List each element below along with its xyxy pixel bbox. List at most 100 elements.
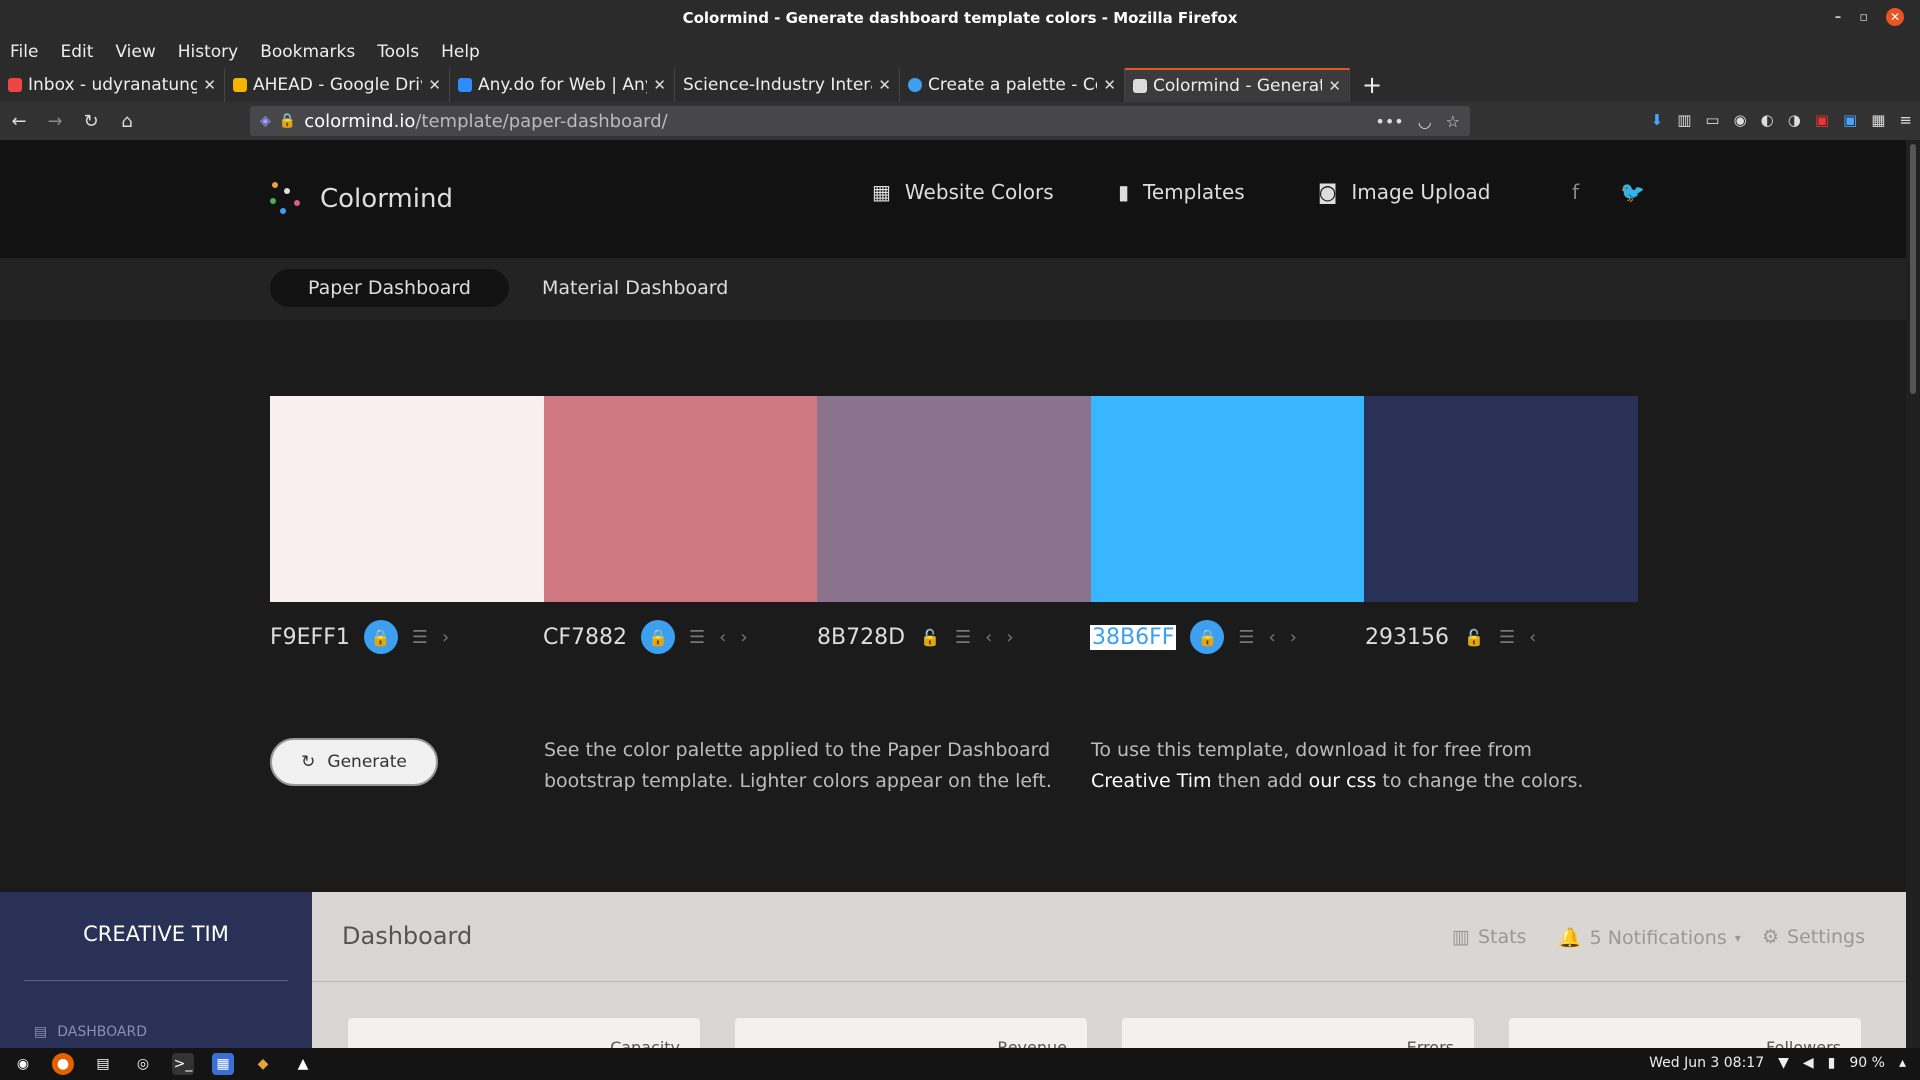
chromium-icon[interactable]: ◎	[132, 1053, 154, 1075]
adjust-icon[interactable]: ☰	[412, 627, 428, 648]
facebook-icon[interactable]: f	[1572, 180, 1579, 204]
lock-icon[interactable]: 🔒	[1190, 620, 1225, 654]
download-icon[interactable]: ⬇	[1651, 111, 1664, 129]
new-tab-button[interactable]: +	[1350, 68, 1394, 102]
tab-colormind[interactable]: Colormind - Generate ✕	[1125, 68, 1350, 102]
chevron-right-icon[interactable]: ›	[442, 627, 449, 648]
page-scrollbar[interactable]	[1906, 140, 1920, 1048]
nav-image-upload[interactable]: ◙ Image Upload	[1318, 180, 1490, 204]
star-icon[interactable]: ☆	[1446, 112, 1460, 131]
extension-icon[interactable]: ◑	[1788, 111, 1801, 129]
back-icon[interactable]: ←	[8, 111, 30, 132]
unlock-icon[interactable]: 🔓	[1463, 620, 1485, 654]
extension-icon[interactable]: ▣	[1843, 111, 1857, 129]
tab-close-icon[interactable]: ✕	[1328, 77, 1341, 95]
adjust-icon[interactable]: ☰	[1238, 627, 1254, 648]
battery-icon[interactable]: ▮	[1828, 1055, 1836, 1071]
unlock-icon[interactable]: 🔓	[919, 620, 941, 654]
tab-ahead[interactable]: AHEAD - Google Drive ✕	[225, 68, 450, 102]
firefox-icon[interactable]: ●	[52, 1053, 74, 1075]
preview-sidebar-item[interactable]: ▤ DASHBOARD	[34, 1024, 147, 1040]
extension-icon[interactable]: ◐	[1761, 111, 1774, 129]
files-icon[interactable]: ▤	[92, 1053, 114, 1075]
chevron-left-icon[interactable]: ‹	[1269, 627, 1276, 648]
hex-value[interactable]: 8B728D	[817, 625, 905, 650]
lock-icon[interactable]: 🔒	[641, 620, 676, 654]
our-css-link[interactable]: our css	[1309, 770, 1377, 792]
preview-stats[interactable]: ▥ Stats	[1452, 926, 1526, 948]
extensions-icon[interactable]: ▦	[1871, 111, 1885, 129]
chevron-right-icon[interactable]: ›	[1290, 627, 1297, 648]
wifi-icon[interactable]: ▼	[1778, 1055, 1789, 1071]
library-icon[interactable]: ▥	[1677, 111, 1691, 129]
reload-icon[interactable]: ↻	[80, 111, 102, 132]
menu-file[interactable]: File	[10, 42, 38, 62]
terminal-icon[interactable]: >_	[172, 1053, 194, 1075]
menu-tools[interactable]: Tools	[377, 42, 419, 62]
shield-icon[interactable]: ◈	[260, 113, 271, 129]
menu-help[interactable]: Help	[441, 42, 480, 62]
lock-icon[interactable]: 🔒	[363, 620, 398, 654]
chevron-right-icon[interactable]: ›	[740, 627, 747, 648]
hex-value[interactable]: CF7882	[543, 625, 627, 650]
tab-close-icon[interactable]: ✕	[428, 76, 441, 94]
url-bar[interactable]: ◈ 🔒 colormind.io/template/paper-dashboar…	[250, 106, 1470, 136]
tab-close-icon[interactable]: ✕	[203, 76, 216, 94]
swatch-4[interactable]	[1090, 396, 1365, 602]
maximize-icon[interactable]: ▫	[1859, 10, 1868, 25]
home-icon[interactable]: ⌂	[116, 111, 138, 132]
tab-create-palette[interactable]: Create a palette - Co ✕	[900, 68, 1125, 102]
scrollbar-thumb[interactable]	[1910, 144, 1916, 394]
account-icon[interactable]: ◉	[1734, 111, 1747, 129]
sidebar-icon[interactable]: ▭	[1705, 111, 1719, 129]
text-editor-icon[interactable]: ▦	[212, 1053, 234, 1075]
pocket-icon[interactable]: ◡	[1418, 112, 1432, 131]
hamburger-menu-icon[interactable]: ≡	[1899, 111, 1912, 129]
tab-material-dashboard[interactable]: Material Dashboard	[504, 269, 766, 307]
volume-icon[interactable]: ◀	[1803, 1055, 1814, 1071]
tab-anydo[interactable]: Any.do for Web | Any ✕	[450, 68, 675, 102]
pidgin-icon[interactable]: ◆	[252, 1053, 274, 1075]
tab-inbox[interactable]: Inbox - udyranatunga ✕	[0, 68, 225, 102]
swatch-5[interactable]	[1364, 396, 1638, 602]
hex-value[interactable]: 38B6FF	[1090, 624, 1177, 650]
swatch-3[interactable]	[817, 396, 1091, 602]
preview-settings[interactable]: ⚙ Settings	[1762, 926, 1865, 948]
site-logo[interactable]: Colormind	[270, 182, 453, 216]
activities-icon[interactable]: ◉	[12, 1053, 34, 1075]
menu-bookmarks[interactable]: Bookmarks	[260, 42, 355, 62]
tray-arrow-icon[interactable]: ▴	[1899, 1055, 1906, 1071]
extension-icon[interactable]: ▣	[1815, 111, 1829, 129]
creative-tim-link[interactable]: Creative Tim	[1091, 770, 1212, 792]
tab-close-icon[interactable]: ✕	[878, 76, 891, 94]
minimize-icon[interactable]: –	[1835, 10, 1842, 25]
tab-close-icon[interactable]: ✕	[653, 76, 666, 94]
adjust-icon[interactable]: ☰	[955, 627, 971, 648]
swatch-1[interactable]	[270, 396, 544, 602]
generate-button[interactable]: ↻ Generate	[270, 738, 438, 786]
menu-history[interactable]: History	[178, 42, 238, 62]
lock-icon[interactable]: 🔒	[279, 113, 296, 129]
chevron-left-icon[interactable]: ‹	[985, 627, 992, 648]
forward-icon[interactable]: →	[44, 111, 66, 132]
chevron-right-icon[interactable]: ›	[1006, 627, 1013, 648]
menu-edit[interactable]: Edit	[60, 42, 93, 62]
hex-value[interactable]: F9EFF1	[270, 625, 350, 650]
preview-notifications[interactable]: 🔔 5 Notifications ▾	[1558, 926, 1741, 950]
menu-view[interactable]: View	[115, 42, 155, 62]
nav-templates[interactable]: ▮ Templates	[1076, 180, 1283, 259]
more-icon[interactable]: •••	[1375, 112, 1403, 131]
adjust-icon[interactable]: ☰	[689, 627, 705, 648]
chevron-left-icon[interactable]: ‹	[719, 627, 726, 648]
chevron-left-icon[interactable]: ‹	[1529, 627, 1536, 648]
hex-value[interactable]: 293156	[1365, 625, 1449, 650]
clock[interactable]: Wed Jun 3 08:17	[1649, 1055, 1764, 1071]
tab-close-icon[interactable]: ✕	[1103, 76, 1116, 94]
tab-paper-dashboard[interactable]: Paper Dashboard	[270, 269, 509, 307]
adjust-icon[interactable]: ☰	[1499, 627, 1515, 648]
nav-website-colors[interactable]: ▦ Website Colors	[872, 180, 1054, 204]
close-icon[interactable]: ✕	[1886, 8, 1904, 26]
twitter-icon[interactable]: 🐦	[1620, 180, 1645, 204]
swatch-2[interactable]	[543, 396, 818, 602]
app-icon[interactable]: ▲	[292, 1053, 314, 1075]
